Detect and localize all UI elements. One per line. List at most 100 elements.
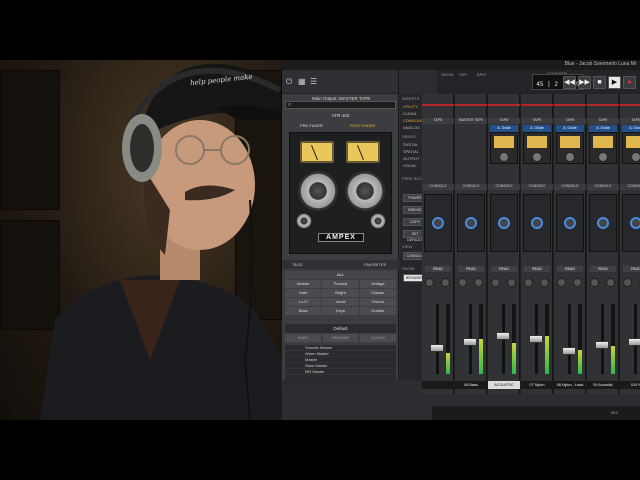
console-slot-label[interactable]: CONSOLE xyxy=(620,184,640,190)
mode-show[interactable]: SHOW xyxy=(441,72,453,77)
automation-read-button[interactable]: READ xyxy=(425,266,451,272)
channel-name[interactable] xyxy=(422,381,454,389)
gain-knob[interactable] xyxy=(564,217,576,229)
tag-button[interactable]: Bass xyxy=(285,307,322,315)
console-plugin[interactable] xyxy=(556,194,584,252)
pan-knob[interactable] xyxy=(425,278,434,287)
rewind-button[interactable]: ◀◀ xyxy=(563,76,576,89)
knob[interactable] xyxy=(631,152,640,162)
console-plugin[interactable] xyxy=(622,194,640,252)
plugin-slot[interactable]: A. Oxide xyxy=(523,125,551,132)
channel-name[interactable]: ACOUSTIC xyxy=(488,381,520,389)
tag-button[interactable]: Keys xyxy=(322,307,359,315)
favorites-label[interactable]: FAVORITES xyxy=(364,262,386,267)
console-slot-label[interactable]: CONSOLE xyxy=(455,184,487,190)
pan-knob[interactable] xyxy=(540,278,549,287)
clear-button[interactable]: CLEAR xyxy=(360,334,397,342)
strip-item-spatial[interactable]: SPATIAL xyxy=(403,149,419,154)
console-slot-label[interactable]: CONSOLE xyxy=(521,184,553,190)
insert-slot-label[interactable]: MASTER TAPE xyxy=(455,118,487,124)
tag-button[interactable]: Master xyxy=(285,280,322,288)
fader-handle[interactable] xyxy=(496,331,510,340)
power-icon[interactable]: ⏻ xyxy=(286,77,292,87)
insert-slot-label[interactable]: TAPE xyxy=(620,118,640,124)
strip-item-vocal[interactable]: VOCAL xyxy=(403,163,417,168)
gain-knob[interactable] xyxy=(432,217,444,229)
tag-button[interactable]: Pushed xyxy=(322,280,359,288)
fader-handle[interactable] xyxy=(529,335,543,343)
channel-name[interactable]: 010 N xyxy=(620,381,640,389)
console-slot-label[interactable]: CONSOLE xyxy=(422,184,454,190)
knob[interactable] xyxy=(598,152,608,162)
tab-pre-fader[interactable]: PRE-FADER xyxy=(300,123,323,128)
strip-item-analog[interactable]: ANALOG xyxy=(403,125,420,130)
fader-handle[interactable] xyxy=(463,338,477,347)
knob[interactable] xyxy=(532,152,542,162)
tab-post-fader[interactable]: POST-FADER xyxy=(350,123,375,128)
strip-item-clean[interactable]: CLEAN xyxy=(403,111,416,116)
automation-read-button[interactable]: READ xyxy=(557,266,583,272)
pan-knob[interactable] xyxy=(590,278,599,287)
tag-button[interactable]: Bright xyxy=(322,289,359,297)
view-icon[interactable]: ▦ xyxy=(298,77,306,86)
console-plugin[interactable] xyxy=(490,194,518,252)
fader-handle[interactable] xyxy=(562,347,576,356)
strip-item-utility[interactable]: UTILITY xyxy=(403,104,418,109)
tag-button[interactable]: Dark xyxy=(285,289,322,297)
pan-knob[interactable] xyxy=(623,278,632,287)
fader-handle[interactable] xyxy=(628,338,640,347)
console-slot-label[interactable]: CONSOLE xyxy=(488,184,520,190)
gain-knob[interactable] xyxy=(465,217,477,229)
tag-button[interactable]: Guitars xyxy=(359,307,396,315)
tag-all[interactable]: ALL xyxy=(285,271,396,279)
plugin-thumbnail[interactable] xyxy=(523,132,551,164)
strip-item-console[interactable]: CONSOLE xyxy=(403,118,423,123)
fader-handle[interactable] xyxy=(430,344,444,353)
pan-knob[interactable] xyxy=(507,278,516,287)
automation-read-button[interactable]: READ xyxy=(590,266,616,272)
console-slot-label[interactable]: CONSOLE xyxy=(587,184,619,190)
search-input[interactable]: ⌕ xyxy=(285,101,396,109)
insert-slot-label[interactable]: TAPE xyxy=(422,118,454,124)
save-button[interactable]: SAVE xyxy=(285,334,321,342)
pan-knob[interactable] xyxy=(557,278,566,287)
strip-item-output[interactable]: OUTPUT xyxy=(403,156,419,161)
gain-knob[interactable] xyxy=(498,217,510,229)
tag-button[interactable]: Lo-Fi xyxy=(285,298,322,306)
tag-button[interactable]: Drums xyxy=(359,298,396,306)
insert-slot-label[interactable]: TAPE xyxy=(521,118,553,124)
preset-item[interactable]: MR Master xyxy=(285,369,396,375)
tag-button[interactable]: Vintage xyxy=(359,280,396,288)
insert-slot-label[interactable]: TAPE xyxy=(488,118,520,124)
automation-read-button[interactable]: READ xyxy=(524,266,550,272)
forward-button[interactable]: ▶▶ xyxy=(578,76,591,89)
fader-handle[interactable] xyxy=(595,341,609,350)
default-preset-bar[interactable]: Default xyxy=(285,324,396,333)
pan-knob[interactable] xyxy=(524,278,533,287)
channel-name[interactable]: 06 Bass xyxy=(455,381,487,389)
knob[interactable] xyxy=(565,152,575,162)
channel-name[interactable]: 08 Nylon - Lead xyxy=(554,381,586,389)
stop-button[interactable]: ■ xyxy=(593,76,606,89)
insert-slot-label[interactable]: TAPE xyxy=(554,118,586,124)
automation-read-button[interactable]: READ xyxy=(491,266,517,272)
mode-bpm[interactable]: BPM xyxy=(477,72,486,77)
console-plugin[interactable] xyxy=(523,194,551,252)
plugin-thumbnail[interactable] xyxy=(556,132,584,164)
pan-knob[interactable] xyxy=(573,278,582,287)
plugin-slot[interactable]: A. Oxide xyxy=(556,125,584,132)
console-plugin[interactable] xyxy=(589,194,617,252)
mode-def[interactable]: DEF xyxy=(459,72,467,77)
record-button[interactable]: ● xyxy=(623,76,636,89)
plugin-slot[interactable]: A. Oxide xyxy=(589,125,617,132)
list-icon[interactable]: ☰ xyxy=(310,77,317,86)
tape-machine-preview[interactable]: AMPEX xyxy=(289,132,392,254)
plugin-thumbnail[interactable] xyxy=(589,132,617,164)
console-slot-label[interactable]: CONSOLE xyxy=(554,184,586,190)
pan-knob[interactable] xyxy=(491,278,500,287)
strip-item-digital[interactable]: DIGITAL xyxy=(403,142,418,147)
tag-button[interactable]: Classic xyxy=(359,289,396,297)
tags-label[interactable]: TAGS xyxy=(292,262,303,267)
channel-name[interactable]: 09 Acoustic xyxy=(587,381,619,389)
tag-button[interactable]: Vocal xyxy=(322,298,359,306)
